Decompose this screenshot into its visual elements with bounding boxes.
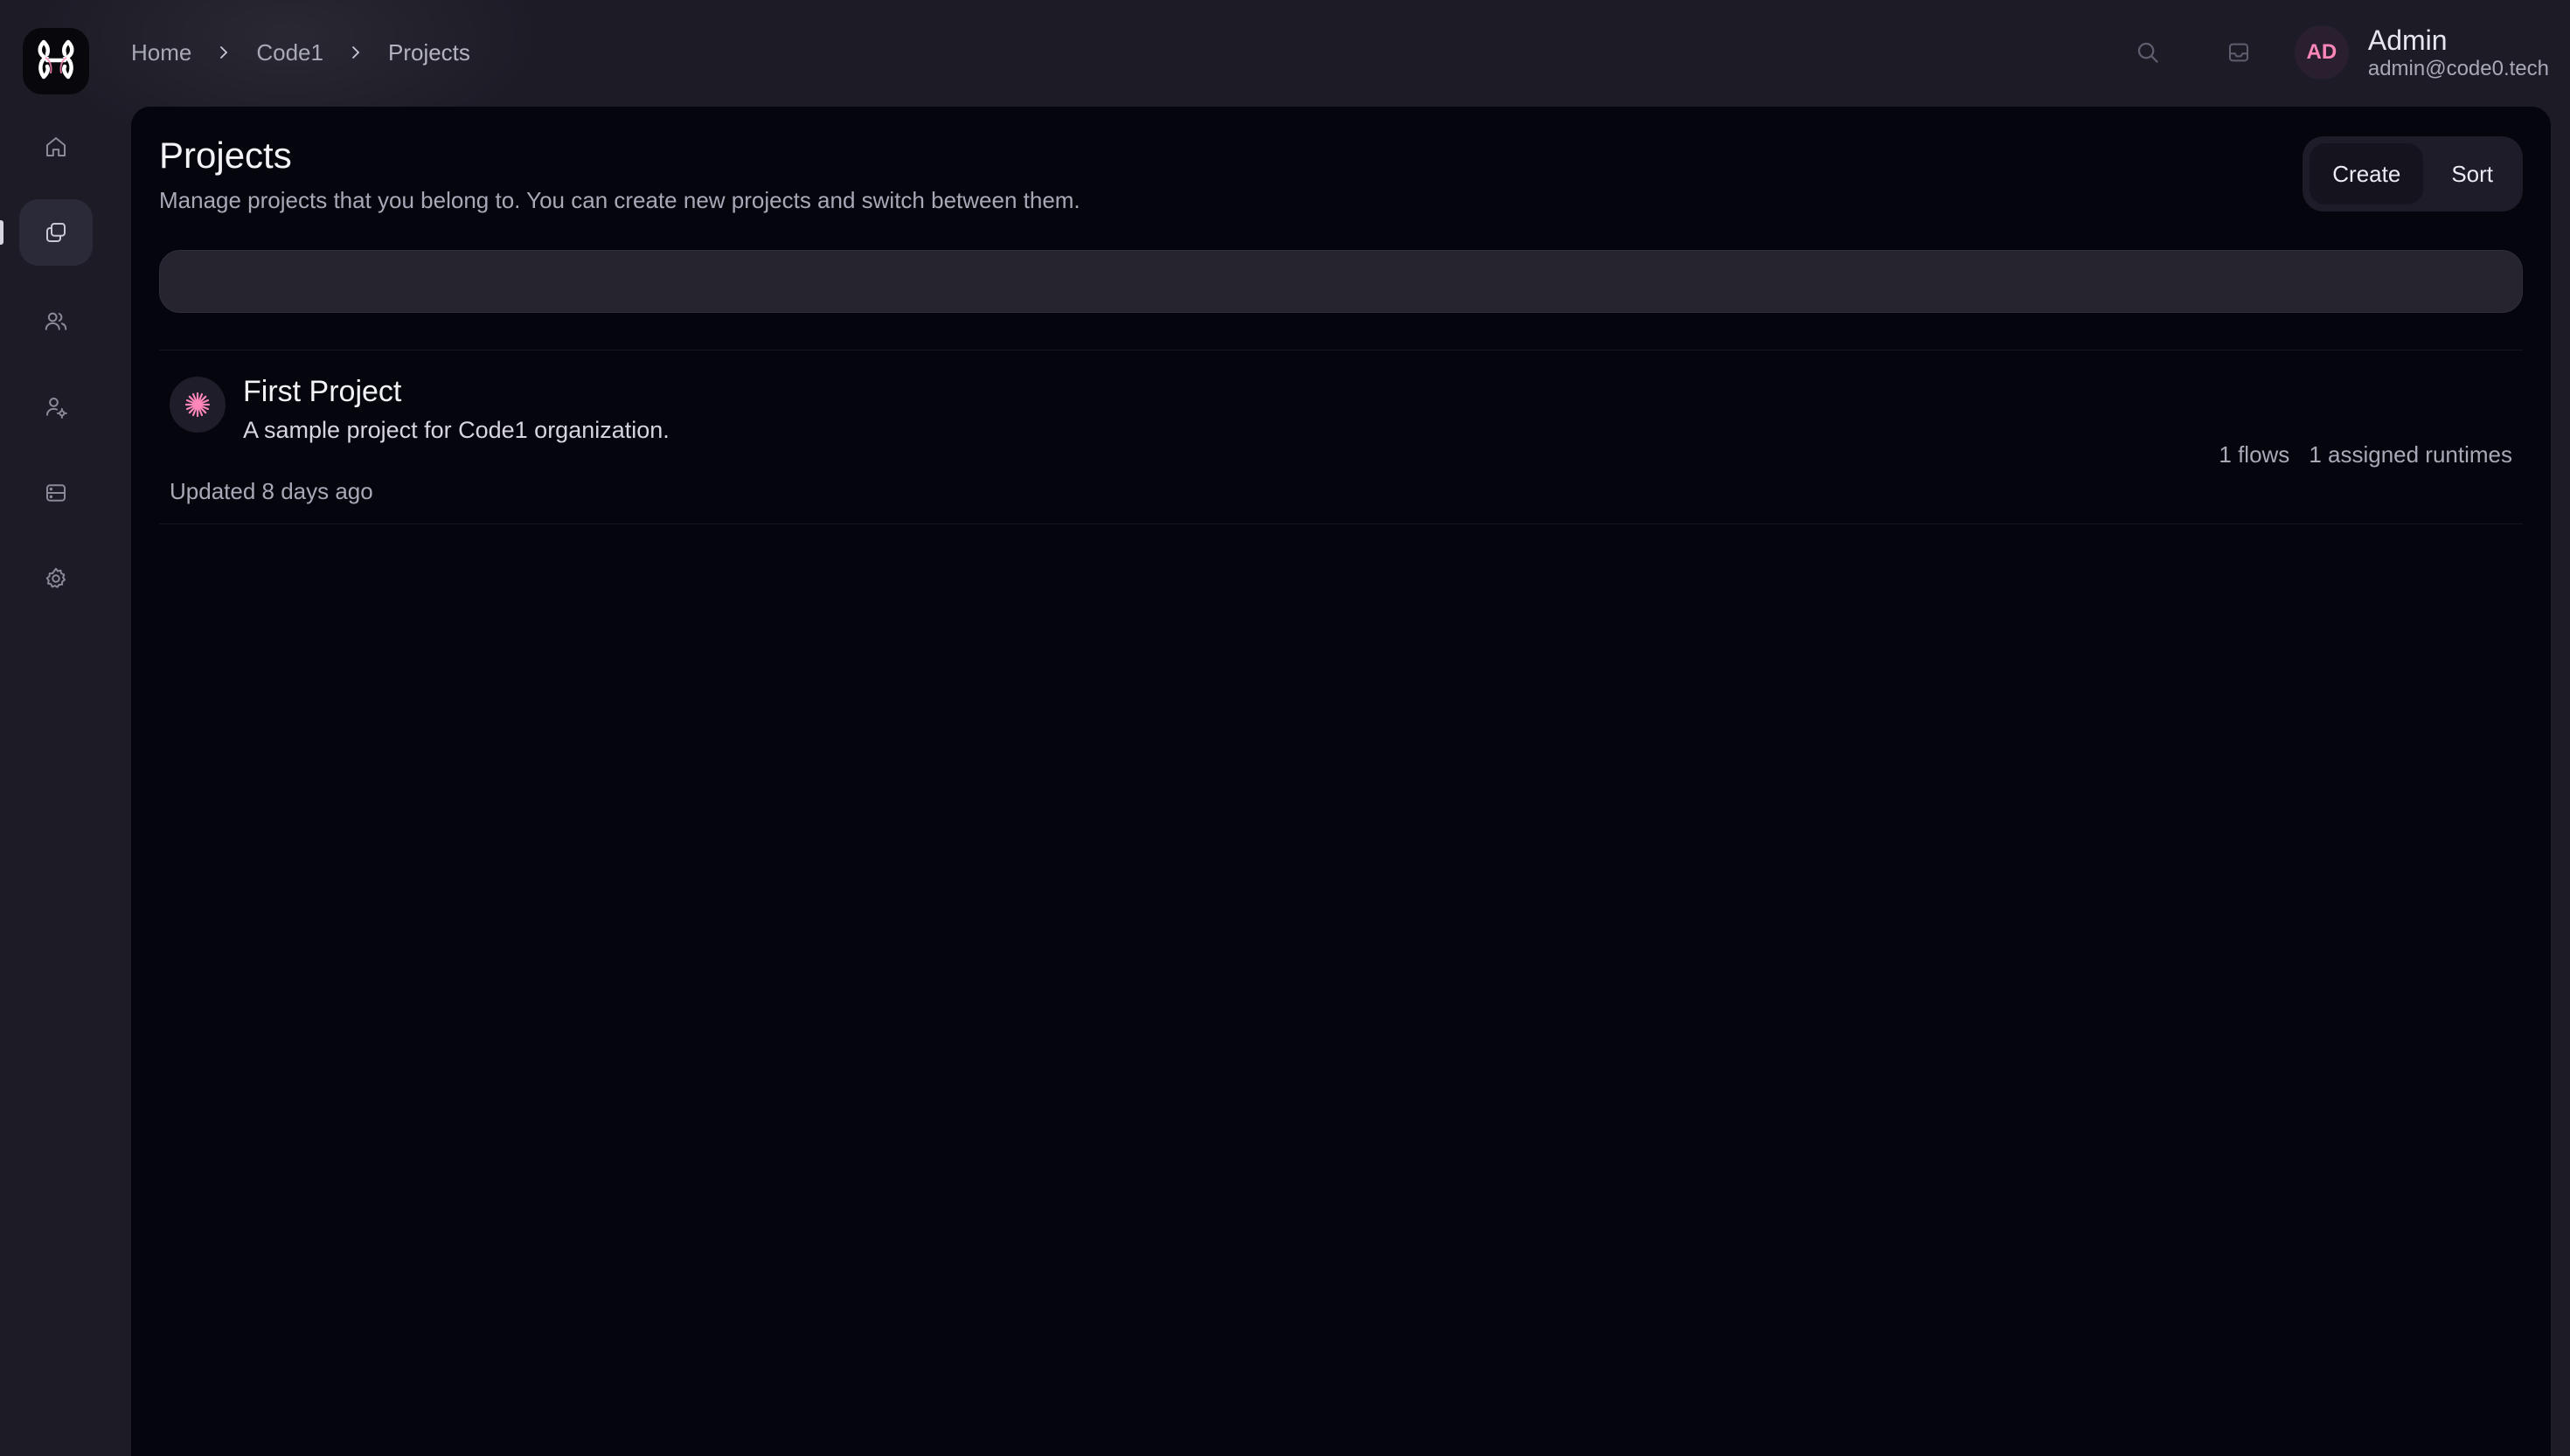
server-icon: [46, 484, 66, 502]
project-updated: Updated 8 days ago: [170, 478, 373, 504]
sidebar-item-home[interactable]: [19, 114, 93, 180]
breadcrumb-projects[interactable]: Projects: [388, 39, 470, 66]
user-name: Admin: [2367, 24, 2448, 56]
sidebar-item-projects[interactable]: [19, 199, 93, 266]
users-icon: [45, 312, 67, 330]
inbox-button[interactable]: [2212, 26, 2265, 79]
breadcrumb: Home Code1 Projects: [131, 35, 470, 70]
page-actions: Create Sort: [2303, 136, 2523, 211]
breadcrumb-organization[interactable]: Code1: [256, 39, 323, 66]
user-email: admin@code0.tech: [2367, 56, 2549, 80]
search-icon: [2137, 42, 2158, 63]
search-input[interactable]: [159, 250, 2523, 313]
project-stats: 1 flows 1 assigned runtimes: [2219, 441, 2512, 468]
create-button[interactable]: Create: [2310, 143, 2424, 205]
logo-icon: [38, 39, 74, 80]
projects-icon: [46, 223, 66, 242]
page-title: Projects: [159, 135, 292, 176]
breadcrumb-home[interactable]: Home: [131, 39, 191, 66]
sort-button[interactable]: Sort: [2428, 143, 2516, 205]
sidebar-item-runtimes[interactable]: [19, 460, 93, 526]
chevron-right-icon: [323, 45, 388, 60]
project-avatar: [170, 377, 226, 433]
sidebar-item-settings[interactable]: [19, 545, 93, 612]
sidebar: [0, 0, 131, 1456]
project-name: First Project: [243, 375, 402, 408]
project-list: First Project A sample project for Code1…: [159, 350, 2523, 524]
user-settings-icon: [46, 398, 67, 419]
home-icon: [46, 137, 66, 156]
sparkle-icon: [184, 392, 211, 418]
chevron-right-icon: [191, 45, 256, 60]
topbar-actions: AD Admin admin@code0.tech: [2122, 17, 2549, 87]
search-button[interactable]: [2122, 26, 2174, 79]
app-root: Home Code1 Projects AD Admin admin@code0…: [0, 0, 2570, 1456]
sidebar-item-members[interactable]: [19, 288, 93, 355]
project-flows-count: 1 flows: [2219, 441, 2290, 468]
app-logo[interactable]: [23, 28, 89, 94]
list-item[interactable]: First Project A sample project for Code1…: [159, 350, 2523, 523]
inbox-icon: [2228, 43, 2248, 62]
project-description: A sample project for Code1 organization.: [243, 417, 670, 443]
main-panel: Projects Manage projects that you belong…: [131, 107, 2551, 1456]
active-nav-indicator: [0, 220, 3, 245]
settings-icon: [45, 567, 66, 588]
avatar[interactable]: AD: [2294, 25, 2349, 80]
sidebar-item-user-roles[interactable]: [19, 374, 93, 440]
page-subtitle: Manage projects that you belong to. You …: [159, 187, 1080, 213]
user-info[interactable]: Admin admin@code0.tech: [2368, 24, 2549, 80]
project-runtimes-count: 1 assigned runtimes: [2309, 441, 2512, 468]
